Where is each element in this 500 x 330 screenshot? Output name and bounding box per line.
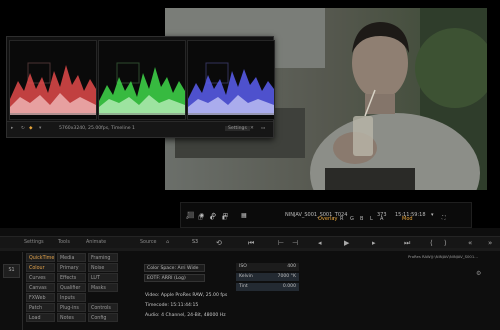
framing-button[interactable]: Framing xyxy=(88,253,118,262)
lut-button[interactable]: LUT xyxy=(88,273,118,282)
kelvin-value: 7000 °K xyxy=(277,274,296,279)
scope-status-text: 5760x3240, 25.00fps, Timeline 1 xyxy=(59,126,135,131)
wipe-icon[interactable]: ◧ xyxy=(222,215,227,221)
iso-label: ISO xyxy=(239,264,247,269)
scope-options-icon[interactable]: ▾ xyxy=(39,126,41,131)
side-divider xyxy=(22,252,23,330)
split-icon[interactable]: ◫ xyxy=(198,215,203,221)
scope-marker-icon[interactable]: ◆ xyxy=(29,126,33,131)
kelvin-label: Kelvin xyxy=(239,274,253,279)
scope-play-icon[interactable]: ▸ xyxy=(11,126,13,131)
mark-out-icon[interactable]: ⊣ xyxy=(292,239,298,247)
red-waveform xyxy=(9,40,97,120)
prev-clip-icon[interactable]: ⟨ xyxy=(430,239,433,247)
go-to-start-icon[interactable]: ⏮ xyxy=(248,239,254,248)
tint-label: Tint xyxy=(239,284,248,289)
scope-status-bar: ▸ ↻ ◆ ▾ 5760x3240, 25.00fps, Timeline 1 … xyxy=(7,121,273,137)
tab-animate[interactable]: Animate xyxy=(86,240,106,245)
inputs-button[interactable]: Inputs xyxy=(57,293,86,302)
tint-row[interactable]: Tint 0.000 xyxy=(236,283,299,291)
zoom-icon[interactable]: ⌕ xyxy=(186,215,189,221)
iso-value: 400 xyxy=(287,264,296,269)
tab-tools[interactable]: Tools xyxy=(58,240,70,245)
scope-close-icon[interactable]: ✕ xyxy=(250,126,254,131)
step-back-icon[interactable]: ◂ xyxy=(318,239,322,247)
next-clip-icon[interactable]: ⟩ xyxy=(444,239,447,247)
primary-button[interactable]: Primary xyxy=(57,263,86,272)
video-info: Video: Apple ProRes RAW, 25.00 fps xyxy=(145,293,228,298)
tint-value: 0.000 xyxy=(282,284,296,289)
fullscreen-icon[interactable]: ⛶ xyxy=(442,215,446,221)
load-button[interactable]: Load xyxy=(26,313,55,322)
panel-settings-icon[interactable]: ⚙ xyxy=(476,270,481,277)
plugins-button[interactable]: Plug-ins xyxy=(57,303,86,312)
channel-a[interactable]: A xyxy=(380,216,383,222)
channel-b[interactable]: B xyxy=(360,216,363,222)
mark-in-icon[interactable]: ⊢ xyxy=(278,239,284,247)
canvas-button[interactable]: Canvas xyxy=(26,283,55,292)
profile-path: ProRes RAW(J:\NINJAV\NINJAV_S001... xyxy=(408,254,478,259)
source-number: S3 xyxy=(192,240,199,245)
config-button[interactable]: Config xyxy=(88,313,118,322)
jog-forward-icon[interactable]: » xyxy=(488,239,492,247)
play-icon[interactable]: ▶ xyxy=(344,239,349,247)
source-badge[interactable]: S1 xyxy=(3,264,20,278)
scope-detach-icon[interactable]: ▭ xyxy=(261,126,265,131)
channel-g[interactable]: G xyxy=(350,216,354,222)
controls-button[interactable]: Controls xyxy=(88,303,118,312)
compare-icon[interactable]: ◐ xyxy=(210,215,214,221)
go-to-end-icon[interactable]: ⏭ xyxy=(404,239,410,248)
source-button[interactable]: Source xyxy=(140,240,156,245)
notes-button[interactable]: Notes xyxy=(57,313,86,322)
fxweb-button[interactable]: FXWeb xyxy=(26,293,55,302)
kelvin-row[interactable]: Kelvin 7000 °K xyxy=(236,273,299,281)
scope-loop-icon[interactable]: ↻ xyxy=(21,126,25,131)
loop-icon[interactable]: ⟲ xyxy=(216,239,222,247)
jog-back-icon[interactable]: « xyxy=(468,239,472,247)
overlay-button[interactable]: Overlay xyxy=(318,216,337,222)
channel-l[interactable]: L xyxy=(370,216,373,222)
step-forward-icon[interactable]: ▸ xyxy=(372,239,376,247)
blue-waveform xyxy=(187,40,275,120)
quicktime-button[interactable]: QuickTime xyxy=(26,253,55,262)
effects-button[interactable]: Effects xyxy=(57,273,86,282)
waveform-scopes-panel[interactable]: ▸ ↻ ◆ ▾ 5760x3240, 25.00fps, Timeline 1 … xyxy=(6,36,275,138)
timecode-info: Timecode: 15:11:44:15 xyxy=(145,303,199,308)
green-waveform xyxy=(98,40,186,120)
masks-button[interactable]: Masks xyxy=(88,283,118,292)
source-icon[interactable]: ⌂ xyxy=(166,240,169,245)
media-button[interactable]: Media xyxy=(57,253,86,262)
channel-r[interactable]: R xyxy=(340,216,343,222)
colour-button[interactable]: Colour xyxy=(26,263,55,272)
tab-settings[interactable]: Settings xyxy=(24,240,44,245)
qualifier-button[interactable]: Qualifier xyxy=(57,283,86,292)
eotf-select[interactable]: EOTF: ARRI (Log) xyxy=(144,274,205,282)
curves-button[interactable]: Curves xyxy=(26,273,55,282)
audio-info: Audio: 4 Channel, 24-Bit, 48000 Hz xyxy=(145,313,226,318)
noise-button[interactable]: Noise xyxy=(88,263,118,272)
iso-row[interactable]: ISO 400 xyxy=(236,263,299,271)
viewer-tools-row: ⌕ ◫ ◐ ◧ Overlay R G B L A Mod ⛶ xyxy=(180,214,470,226)
colour-space-select[interactable]: Color Space: Arri Wide xyxy=(144,264,205,272)
scope-settings-button[interactable]: Settings xyxy=(225,126,250,131)
patch-button[interactable]: Patch xyxy=(26,303,55,312)
panel-divider xyxy=(0,248,500,251)
mode-button[interactable]: Mod xyxy=(402,216,413,222)
